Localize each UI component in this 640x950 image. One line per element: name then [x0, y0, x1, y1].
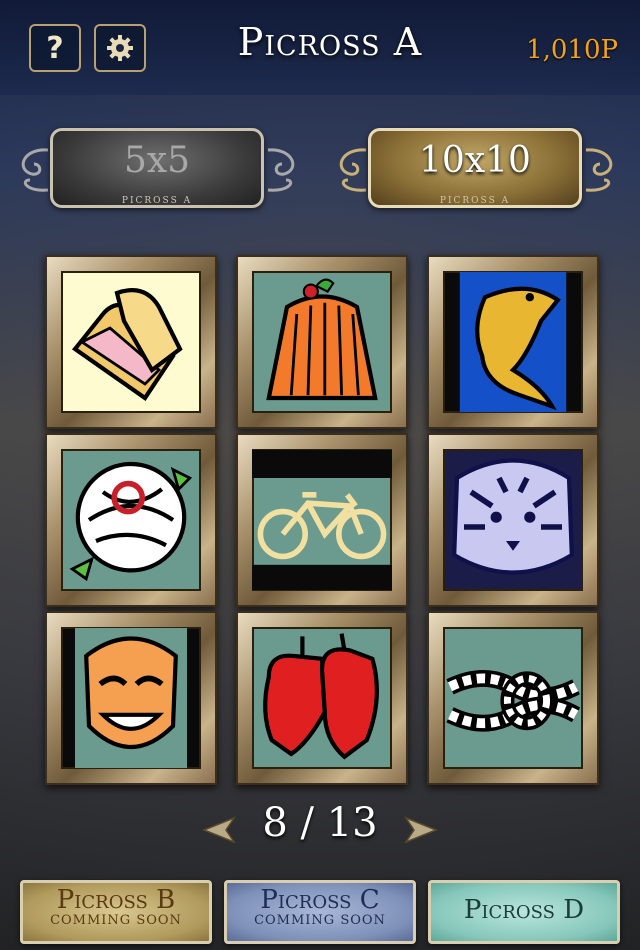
puzzle-tile-5[interactable]: [236, 433, 408, 607]
tab-10x10[interactable]: 10x10 PICROSS A: [330, 120, 620, 218]
size-label: 5x5: [123, 140, 191, 181]
scroll-ornament-icon: [339, 148, 367, 192]
scroll-ornament-icon: [267, 148, 295, 192]
boxing-gloves-icon: [263, 633, 379, 760]
tiger-icon: [452, 458, 574, 575]
puzzle-tile-3[interactable]: [427, 255, 599, 429]
scroll-ornament-icon: [21, 148, 49, 192]
size-sub-label: PICROSS A: [121, 196, 193, 206]
puzzle-tile-8[interactable]: [236, 611, 408, 785]
puzzle-tile-4[interactable]: [45, 433, 217, 607]
size-plaque: 10x10 PICROSS A: [368, 128, 582, 208]
pack-picross-c-button[interactable]: Picross C COMMING SOON: [224, 880, 416, 944]
puzzle-tile-1[interactable]: [45, 255, 217, 429]
size-label: 10x10: [419, 140, 531, 181]
page-indicator: 8 / 13: [220, 800, 420, 846]
pack-status: COMMING SOON: [50, 913, 182, 928]
mask-icon: [75, 628, 187, 768]
bicycle-icon: [252, 450, 392, 590]
size-plaque: 5x5 PICROSS A: [50, 128, 264, 208]
tab-5x5[interactable]: 5x5 PICROSS A: [12, 120, 302, 218]
settings-button[interactable]: [94, 24, 146, 72]
chevron-right-icon[interactable]: [404, 814, 440, 846]
page-total: 13: [326, 800, 378, 846]
pack-status: COMMING SOON: [254, 913, 386, 928]
gear-icon: [107, 35, 133, 61]
pack-picross-b-button[interactable]: Picross B COMMING SOON: [20, 880, 212, 944]
game-title: Picross A: [237, 20, 423, 64]
page-separator: /: [300, 800, 315, 846]
toast-sandwich-icon: [71, 288, 183, 401]
pack-name: Picross C: [260, 885, 380, 915]
puzzle-tile-6[interactable]: [427, 433, 599, 607]
pager: 8 / 13: [0, 800, 640, 860]
points-counter: 1,010P: [526, 35, 618, 65]
top-bar: ? Picross A 1,010P: [0, 0, 640, 95]
fish-icon: [459, 272, 567, 412]
rose-icon: [69, 461, 193, 582]
size-sub-label: PICROSS A: [439, 196, 511, 206]
puzzle-tile-2[interactable]: [236, 255, 408, 429]
page-current: 8: [262, 800, 288, 846]
pack-name: Picross B: [56, 885, 176, 915]
rope-knot-icon: [446, 670, 581, 732]
pack-name: Picross D: [463, 895, 585, 925]
pudding-icon: [266, 278, 378, 401]
puzzle-tile-9[interactable]: [427, 611, 599, 785]
help-button[interactable]: ?: [29, 24, 81, 72]
help-icon: ?: [46, 30, 64, 66]
scroll-ornament-icon: [585, 148, 613, 192]
puzzle-tile-7[interactable]: [45, 611, 217, 785]
pack-picross-d-button[interactable]: Picross D: [428, 880, 620, 944]
